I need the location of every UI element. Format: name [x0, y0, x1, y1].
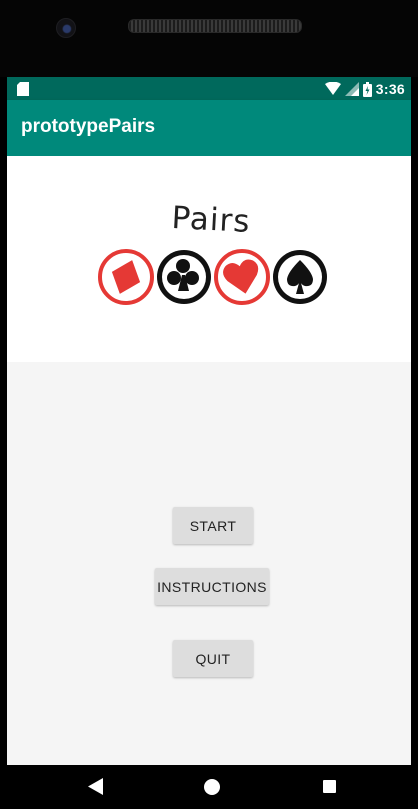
front-camera [56, 18, 76, 38]
quit-button[interactable]: QUIT [173, 640, 253, 677]
app-bar: prototypePairs [7, 100, 411, 156]
battery-icon [362, 81, 372, 97]
status-icons: 3:36 [324, 80, 405, 98]
pairs-logo: Pairs [98, 200, 327, 305]
back-icon[interactable] [88, 778, 104, 795]
app-title: prototypePairs [21, 116, 156, 137]
home-icon[interactable] [204, 779, 220, 795]
signal-icon [344, 82, 359, 96]
device-bezel-top [0, 0, 418, 77]
earpiece-speaker [128, 19, 302, 33]
navigation-bar [0, 765, 418, 809]
menu-area: START INSTRUCTIONS QUIT [7, 362, 411, 765]
device-screen: 3:36 prototypePairs Pairs START INSTRUCT… [7, 77, 411, 765]
wifi-icon [324, 82, 341, 95]
status-time: 3:36 [375, 81, 405, 97]
diamond-suit-icon [98, 249, 154, 305]
status-bar: 3:36 [7, 77, 411, 100]
logo-area: Pairs [7, 156, 411, 362]
heart-suit-icon [214, 249, 270, 305]
club-suit-icon [157, 250, 211, 304]
sd-card-icon [17, 82, 29, 96]
start-button[interactable]: START [173, 507, 253, 544]
recents-icon[interactable] [323, 780, 336, 793]
instructions-button[interactable]: INSTRUCTIONS [155, 568, 269, 605]
spade-suit-icon [273, 250, 327, 304]
logo-title: Pairs [171, 200, 252, 240]
